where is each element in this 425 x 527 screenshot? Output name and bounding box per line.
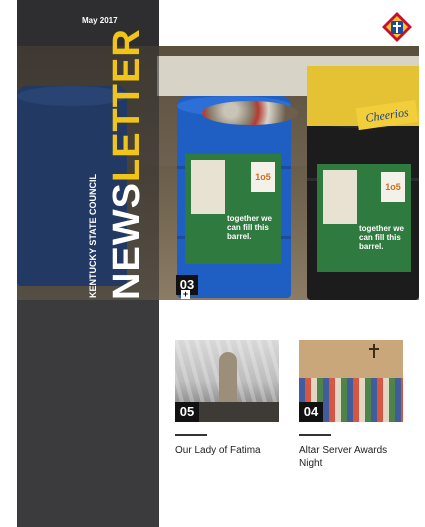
article-card-fatima[interactable]: 05 Our Lady of Fatima — [175, 340, 279, 457]
article-divider — [299, 434, 331, 436]
barrel-black: 1o5 together we can fill this barrel. — [307, 108, 419, 300]
masthead-org: KENTUCKY STATE COUNCIL — [88, 173, 98, 298]
poster-black: 1o5 together we can fill this barrel. — [317, 164, 411, 272]
article-number: 05 — [175, 402, 199, 422]
article-divider — [175, 434, 207, 436]
issue-date: May 2017 — [82, 16, 118, 25]
article-thumbnail-servers[interactable]: 04 — [299, 340, 403, 422]
expand-plus-icon[interactable]: + — [181, 290, 190, 299]
masthead-letter: LETTER — [106, 28, 148, 182]
masthead: KENTUCKY STATE COUNCIL NEWSLETTER — [88, 28, 149, 300]
article-thumbnail-church[interactable]: 05 — [175, 340, 279, 422]
canned-goods — [202, 101, 298, 125]
article-card-altar-servers[interactable]: 04 Altar Server Awards Night — [299, 340, 403, 470]
poster-blue: 1o5 together we can fill this barrel. — [185, 154, 281, 264]
barrel-blue: 1o5 together we can fill this barrel. — [177, 96, 291, 298]
knights-of-columbus-emblem-icon — [382, 12, 412, 42]
masthead-news: NEWS — [106, 182, 148, 300]
article-title[interactable]: Altar Server Awards Night — [299, 444, 403, 470]
article-title[interactable]: Our Lady of Fatima — [175, 444, 279, 457]
article-number: 04 — [299, 402, 323, 422]
